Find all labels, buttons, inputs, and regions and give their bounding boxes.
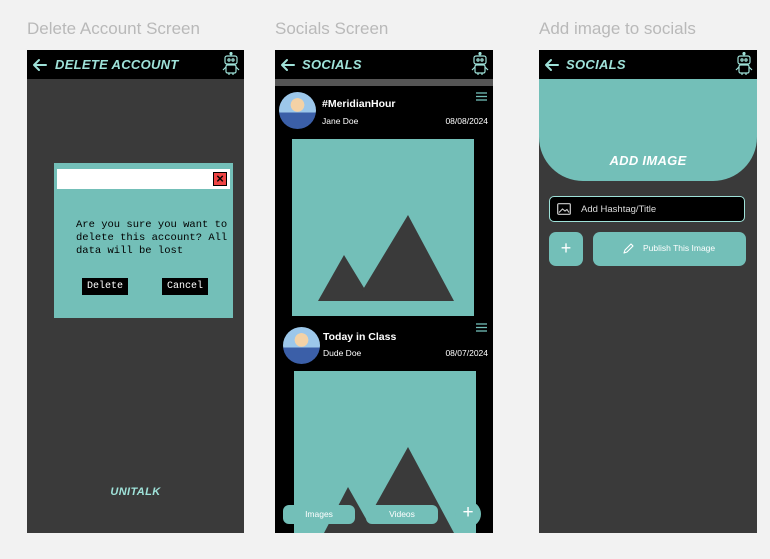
hamburger-menu-icon[interactable] [476, 323, 487, 332]
post-card[interactable]: Today in Class Dude Doe 08/07/2024 [275, 322, 493, 533]
robot-mascot-icon[interactable] [734, 52, 754, 76]
delete-account-screen: DELETE ACCOUNT × Are you sure you want t… [27, 50, 244, 533]
pencil-icon [623, 243, 634, 254]
robot-mascot-icon[interactable] [470, 52, 490, 76]
robot-mascot-icon[interactable] [221, 52, 241, 76]
close-icon[interactable]: × [213, 172, 227, 186]
avatar[interactable] [283, 327, 320, 364]
frame-title-add-image: Add image to socials [539, 19, 696, 38]
back-arrow-icon[interactable] [543, 56, 561, 74]
image-placeholder-icon[interactable] [292, 139, 474, 316]
page-title: SOCIALS [302, 57, 362, 72]
socials-screen: SOCIALS #MeridianHour Jane Doe 08/08/202… [275, 50, 493, 533]
page-title: SOCIALS [566, 57, 626, 72]
post-title: Today in Class [323, 331, 397, 343]
dialog-message: Are you sure you want to delete this acc… [76, 219, 228, 257]
dialog-header: × [57, 169, 230, 189]
post-username: Jane Doe [322, 116, 359, 126]
hashtag-title-field[interactable] [549, 196, 745, 222]
post-date: 08/08/2024 [445, 116, 488, 126]
add-image-dropzone[interactable]: ADD IMAGE [539, 79, 757, 181]
post-card[interactable]: #MeridianHour Jane Doe 08/08/2024 [275, 86, 493, 322]
add-post-button[interactable]: + [455, 501, 481, 527]
back-arrow-icon[interactable] [31, 56, 49, 74]
frame-title-delete-account: Delete Account Screen [27, 19, 200, 38]
avatar[interactable] [279, 92, 316, 129]
top-bar: SOCIALS [539, 50, 757, 79]
delete-confirm-dialog: × Are you sure you want to delete this a… [54, 163, 233, 318]
tab-images[interactable]: Images [283, 505, 355, 524]
cancel-button[interactable]: Cancel [162, 278, 208, 295]
frame-title-socials: Socials Screen [275, 19, 389, 38]
tab-videos[interactable]: Videos [366, 505, 438, 524]
post-username: Dude Doe [323, 348, 362, 358]
brand-logo-text: UNITALK [110, 486, 161, 498]
add-image-screen: SOCIALS ADD IMAGE + Publish This Image [539, 50, 757, 533]
add-more-button[interactable]: + [549, 232, 583, 266]
post-title: #MeridianHour [322, 98, 396, 110]
hamburger-menu-icon[interactable] [476, 92, 487, 101]
top-bar: SOCIALS [275, 50, 493, 79]
top-bar: DELETE ACCOUNT [27, 50, 244, 79]
add-image-label: ADD IMAGE [609, 153, 687, 168]
hashtag-input[interactable] [581, 201, 736, 217]
page-title: DELETE ACCOUNT [55, 57, 179, 72]
publish-image-button[interactable]: Publish This Image [593, 232, 746, 266]
back-arrow-icon[interactable] [279, 56, 297, 74]
delete-button[interactable]: Delete [82, 278, 128, 295]
post-date: 08/07/2024 [445, 348, 488, 358]
image-icon [557, 203, 571, 215]
publish-button-label: Publish This Image [643, 243, 716, 253]
scroll-indicator [275, 79, 493, 86]
